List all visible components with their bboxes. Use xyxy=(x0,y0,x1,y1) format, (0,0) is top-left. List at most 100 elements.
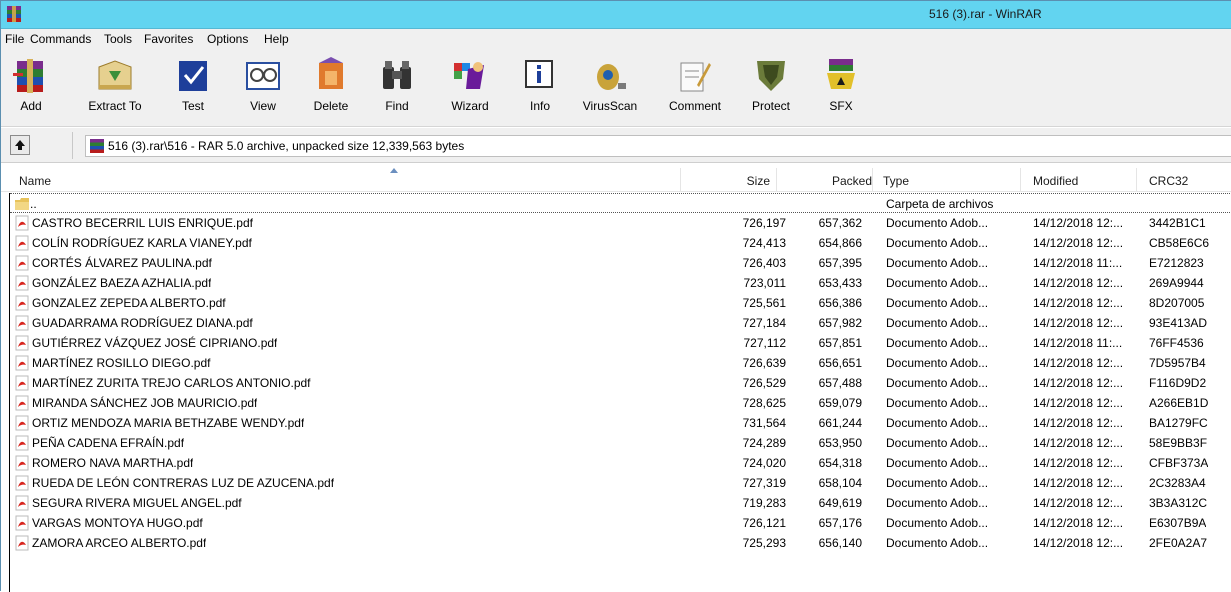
virusscan-button[interactable]: VirusScan xyxy=(579,53,641,125)
up-one-level-button[interactable] xyxy=(10,135,30,155)
file-modified: 14/12/2018 12:... xyxy=(1033,456,1124,470)
file-name: MARTÍNEZ ZURITA TREJO CARLOS ANTONIO.pdf xyxy=(32,376,311,390)
column-type[interactable]: Type xyxy=(873,168,1021,192)
file-name: COLÍN RODRÍGUEZ KARLA VIANEY.pdf xyxy=(32,236,252,250)
table-row[interactable]: VARGAS MONTOYA HUGO.pdf 726,121 657,176 … xyxy=(10,513,1231,533)
delete-icon xyxy=(319,57,343,89)
folder-icon xyxy=(15,198,29,210)
comment-button[interactable]: Comment xyxy=(665,53,725,125)
protect-label: Protect xyxy=(751,99,790,113)
table-row[interactable]: GONZALEZ ZEPEDA ALBERTO.pdf 725,561 656,… xyxy=(10,293,1231,313)
file-type: Documento Adob... xyxy=(886,276,989,290)
extract-to-button[interactable]: Extract To xyxy=(85,53,145,125)
file-crc32: A266EB1D xyxy=(1149,396,1209,410)
archive-path-field[interactable]: 516 (3).rar\516 - RAR 5.0 archive, unpac… xyxy=(85,135,1231,157)
protect-button[interactable]: Protect xyxy=(747,53,795,125)
column-size[interactable]: Size xyxy=(681,168,777,192)
file-packed: 657,395 xyxy=(818,256,862,270)
table-row[interactable]: ORTIZ MENDOZA MARIA BETHZABE WENDY.pdf 7… xyxy=(10,413,1231,433)
table-row[interactable]: MARTÍNEZ ZURITA TREJO CARLOS ANTONIO.pdf… xyxy=(10,373,1231,393)
file-crc32: E6307B9A xyxy=(1149,516,1207,530)
menu-file[interactable]: File xyxy=(5,32,24,46)
file-packed: 656,386 xyxy=(818,296,862,310)
file-type: Documento Adob... xyxy=(886,436,989,450)
find-button[interactable]: Find xyxy=(377,53,417,125)
column-packed[interactable]: Packed xyxy=(777,168,873,192)
file-type: Documento Adob... xyxy=(886,496,989,510)
file-modified: 14/12/2018 12:... xyxy=(1033,476,1124,490)
file-type: Documento Adob... xyxy=(886,336,989,350)
comment-label: Comment xyxy=(668,99,721,113)
file-packed: 657,488 xyxy=(818,376,862,390)
winrar-app-icon[interactable] xyxy=(5,5,23,23)
file-name: MARTÍNEZ ROSILLO DIEGO.pdf xyxy=(32,356,211,370)
file-modified: 14/12/2018 12:... xyxy=(1033,376,1124,390)
file-type: Documento Adob... xyxy=(886,216,989,230)
archive-path-text: 516 (3).rar\516 - RAR 5.0 archive, unpac… xyxy=(108,139,465,153)
file-modified: 14/12/2018 12:... xyxy=(1033,276,1124,290)
file-modified: 14/12/2018 11:... xyxy=(1033,256,1123,270)
menu-help[interactable]: Help xyxy=(264,32,289,46)
file-type: Documento Adob... xyxy=(886,236,989,250)
menu-commands[interactable]: Commands xyxy=(30,32,91,46)
menu-favorites[interactable]: Favorites xyxy=(144,32,193,46)
file-crc32: F116D9D2 xyxy=(1149,376,1207,390)
find-label: Find xyxy=(385,99,409,113)
table-row[interactable]: COLÍN RODRÍGUEZ KARLA VIANEY.pdf 724,413… xyxy=(10,233,1231,253)
file-crc32: 93E413AD xyxy=(1149,316,1208,330)
file-size: 725,561 xyxy=(742,296,786,310)
file-packed: 653,950 xyxy=(818,436,862,450)
menu-tools[interactable]: Tools xyxy=(104,32,132,46)
table-row[interactable]: GUADARRAMA RODRÍGUEZ DIANA.pdf 727,184 6… xyxy=(10,313,1231,333)
file-size: 724,020 xyxy=(742,456,786,470)
pdf-file-icon xyxy=(15,435,29,451)
file-packed: 656,140 xyxy=(818,536,862,550)
view-button[interactable]: View xyxy=(243,53,283,125)
table-row[interactable]: CASTRO BECERRIL LUIS ENRIQUE.pdf 726,197… xyxy=(10,213,1231,233)
wizard-label: Wizard xyxy=(451,99,489,113)
info-button[interactable]: Info xyxy=(520,53,560,125)
file-packed: 657,982 xyxy=(818,316,862,330)
sfx-button[interactable]: SFX xyxy=(821,53,861,125)
info-label: Info xyxy=(529,99,550,113)
file-type: Documento Adob... xyxy=(886,456,989,470)
menu-options[interactable]: Options xyxy=(207,32,248,46)
file-packed: 653,433 xyxy=(818,276,862,290)
delete-button[interactable]: Delete xyxy=(311,53,351,125)
table-row[interactable]: ROMERO NAVA MARTHA.pdf 724,020 654,318 D… xyxy=(10,453,1231,473)
table-row[interactable]: ZAMORA ARCEO ALBERTO.pdf 725,293 656,140… xyxy=(10,533,1231,553)
test-button[interactable]: Test xyxy=(173,53,213,125)
title-bar[interactable]: 516 (3).rar - WinRAR xyxy=(1,1,1231,29)
file-name: RUEDA DE LEÓN CONTRERAS LUZ DE AZUCENA.p… xyxy=(32,476,335,490)
file-name: GONZALEZ ZEPEDA ALBERTO.pdf xyxy=(32,296,226,310)
column-name[interactable]: Name xyxy=(9,168,681,192)
file-modified: 14/12/2018 12:... xyxy=(1033,416,1124,430)
file-packed: 657,362 xyxy=(818,216,862,230)
wizard-button[interactable]: Wizard xyxy=(445,53,495,125)
extract-to-label: Extract To xyxy=(88,99,142,113)
pdf-file-icon xyxy=(15,495,29,511)
file-modified: 14/12/2018 11:... xyxy=(1033,336,1123,350)
table-row[interactable]: RUEDA DE LEÓN CONTRERAS LUZ DE AZUCENA.p… xyxy=(10,473,1231,493)
file-size: 731,564 xyxy=(742,416,786,430)
pdf-file-icon xyxy=(15,355,29,371)
table-row[interactable]: GONZÁLEZ BAEZA AZHALIA.pdf 723,011 653,4… xyxy=(10,273,1231,293)
column-modified[interactable]: Modified xyxy=(1021,168,1137,192)
file-name: GUTIÉRREZ VÁZQUEZ JOSÉ CIPRIANO.pdf xyxy=(32,336,278,350)
virusscan-icon xyxy=(597,64,626,90)
file-packed: 654,318 xyxy=(818,456,862,470)
table-row[interactable]: GUTIÉRREZ VÁZQUEZ JOSÉ CIPRIANO.pdf 727,… xyxy=(10,333,1231,353)
file-size: 723,011 xyxy=(743,276,787,290)
column-crc32[interactable]: CRC32 xyxy=(1137,168,1231,192)
column-crc32-label: CRC32 xyxy=(1149,174,1189,188)
parent-folder-row[interactable]: .. Carpeta de archivos xyxy=(10,193,1231,213)
table-row[interactable]: SEGURA RIVERA MIGUEL ANGEL.pdf 719,283 6… xyxy=(10,493,1231,513)
table-row[interactable]: CORTÉS ÁLVAREZ PAULINA.pdf 726,403 657,3… xyxy=(10,253,1231,273)
file-crc32: 2FE0A2A7 xyxy=(1149,536,1208,550)
table-row[interactable]: PEÑA CADENA EFRAÍN.pdf 724,289 653,950 D… xyxy=(10,433,1231,453)
table-row[interactable]: MARTÍNEZ ROSILLO DIEGO.pdf 726,639 656,6… xyxy=(10,353,1231,373)
add-button[interactable]: Add xyxy=(11,53,51,125)
file-type: Documento Adob... xyxy=(886,256,989,270)
table-row[interactable]: MIRANDA SÁNCHEZ JOB MAURICIO.pdf 728,625… xyxy=(10,393,1231,413)
test-label: Test xyxy=(181,99,204,113)
